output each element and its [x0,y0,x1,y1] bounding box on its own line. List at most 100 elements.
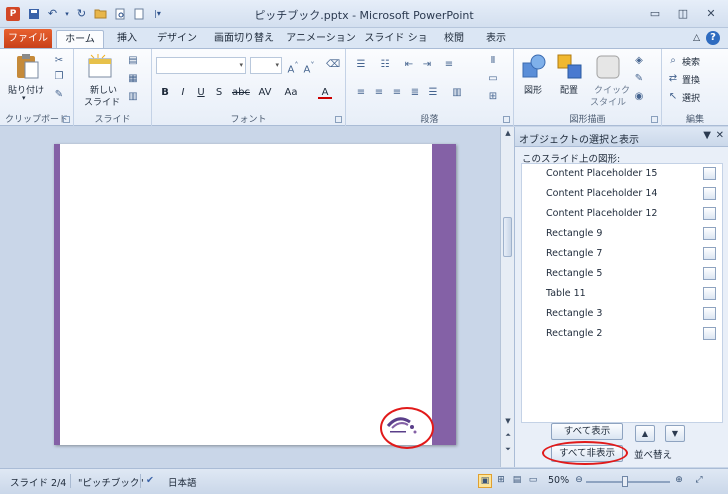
help-icon[interactable]: ? [706,31,720,45]
quick-styles-icon[interactable] [594,53,622,81]
list-item[interactable]: Rectangle 5 [522,264,722,284]
next-slide-icon[interactable]: ⏷ [503,445,513,455]
spellcheck-icon[interactable]: ✔ [146,475,154,486]
language-status[interactable]: 日本語 [168,475,197,489]
tab-design[interactable]: デザイン [152,30,202,48]
section-icon[interactable]: ▥ [126,91,140,103]
shape-name[interactable]: Table 11 [546,288,586,299]
paragraph-launcher-icon[interactable] [503,116,510,123]
select-button[interactable]: 選択 [682,91,700,104]
visibility-toggle-icon[interactable] [703,207,716,220]
clipboard-launcher-icon[interactable] [63,116,70,123]
numbering-icon[interactable]: ☷ [378,59,392,71]
select-icon[interactable]: ↖ [666,91,680,103]
slide-canvas[interactable] [54,144,456,445]
shapes-icon[interactable] [520,53,548,81]
zoom-in-icon[interactable]: ⊕ [672,474,686,488]
minimize-icon[interactable]: ▭ [642,4,668,22]
smartart-icon[interactable]: ⊞ [486,91,500,103]
restore-icon[interactable]: ◫ [670,4,696,22]
shape-name[interactable]: Content Placeholder 15 [546,168,657,179]
shape-effects-icon[interactable]: ◉ [632,91,646,103]
font-launcher-icon[interactable] [335,116,342,123]
shape-name[interactable]: Content Placeholder 14 [546,188,657,199]
visibility-toggle-icon[interactable] [703,227,716,240]
distributed-icon[interactable]: ☰ [426,87,440,99]
paste-icon[interactable] [13,53,41,81]
list-item[interactable]: Table 11 [522,284,722,304]
replace-icon[interactable]: ⇄ [666,73,680,85]
shrink-font-icon[interactable]: A˅ [302,59,316,75]
shape-outline-icon[interactable]: ✎ [632,73,646,85]
list-item[interactable]: Content Placeholder 12 [522,204,722,224]
list-item[interactable]: Content Placeholder 15 [522,164,722,184]
shape-name[interactable]: Rectangle 3 [546,308,602,319]
tab-review[interactable]: 校閲 [436,30,472,48]
layout-icon[interactable]: ▤ [126,55,140,67]
shape-name[interactable]: Content Placeholder 12 [546,208,657,219]
font-name-combo[interactable]: ▾ [156,57,246,74]
pane-close-icon[interactable]: ✕ [716,130,724,141]
drawing-launcher-icon[interactable] [651,116,658,123]
new-slide-label-2[interactable]: スライド [84,95,120,108]
clear-format-icon[interactable]: ⌫ [326,59,340,71]
align-right-icon[interactable]: ≡ [390,87,404,99]
tab-transitions[interactable]: 画面切り替え [208,30,280,48]
tab-home[interactable]: ホーム [56,30,104,48]
tab-view[interactable]: 表示 [478,30,514,48]
zoom-level[interactable]: 50% [548,475,569,486]
new-slide-icon[interactable] [86,53,114,81]
tab-file[interactable]: ファイル [4,29,52,48]
underline-icon[interactable]: U [194,87,208,99]
change-case-icon[interactable]: Aa [282,87,300,99]
justify-icon[interactable]: ≣ [408,87,422,99]
reset-icon[interactable]: ▦ [126,73,140,85]
show-all-button[interactable]: すべて表示 [551,423,623,440]
font-color-icon[interactable]: A [318,87,332,99]
arrange-icon[interactable] [556,53,584,81]
visibility-toggle-icon[interactable] [703,187,716,200]
list-item[interactable]: Content Placeholder 14 [522,184,722,204]
shape-name[interactable]: Rectangle 9 [546,228,602,239]
slideshow-view-icon[interactable]: ▭ [526,474,540,488]
shape-fill-icon[interactable]: ◈ [632,55,646,67]
shape-list[interactable]: Content Placeholder 15 Content Placehold… [521,163,723,423]
text-direction-icon[interactable]: Ⅱ [486,55,500,67]
visibility-toggle-icon[interactable] [703,307,716,320]
slide-number-status[interactable]: スライド 2/4 [10,475,66,489]
columns-icon[interactable]: ▥ [450,87,464,99]
zoom-out-icon[interactable]: ⊖ [572,474,586,488]
cut-icon[interactable]: ✂ [52,55,66,67]
tab-animations[interactable]: アニメーション [286,30,356,48]
replace-button[interactable]: 置換 [682,73,700,86]
list-item[interactable]: Rectangle 2 [522,324,722,344]
align-center-icon[interactable]: ≡ [372,87,386,99]
vertical-scrollbar[interactable]: ▲ ▼ ⏶ ⏷ [500,127,514,467]
char-spacing-icon[interactable]: AV [256,87,274,99]
increase-indent-icon[interactable]: ⇥ [420,59,434,71]
list-item[interactable]: Rectangle 3 [522,304,722,324]
copy-icon[interactable]: ❐ [52,71,66,83]
strikethrough-icon[interactable]: abc [232,87,250,99]
shadow-icon[interactable]: S [212,87,226,99]
font-size-combo[interactable]: ▾ [250,57,282,74]
theme-name-status[interactable]: "ピッチブック" [78,475,144,489]
move-up-button[interactable]: ▲ [635,425,655,442]
scroll-thumb[interactable] [503,217,512,257]
shape-name[interactable]: Rectangle 2 [546,328,602,339]
slide-right-accent-bar[interactable] [432,144,456,445]
grow-font-icon[interactable]: A˄ [286,59,300,75]
align-left-icon[interactable]: ≡ [354,87,368,99]
ribbon-collapse-icon[interactable]: △ [693,33,700,43]
tab-slideshow[interactable]: スライド ショー [362,30,430,62]
zoom-slider[interactable] [586,481,670,483]
list-item[interactable]: Rectangle 7 [522,244,722,264]
find-button[interactable]: 検索 [682,55,700,68]
scroll-down-icon[interactable]: ▼ [503,417,513,427]
visibility-toggle-icon[interactable] [703,267,716,280]
shape-name[interactable]: Rectangle 7 [546,248,602,259]
zoom-slider-thumb[interactable] [622,476,628,487]
reading-view-icon[interactable]: ▤ [510,474,524,488]
visibility-toggle-icon[interactable] [703,287,716,300]
visibility-toggle-icon[interactable] [703,167,716,180]
